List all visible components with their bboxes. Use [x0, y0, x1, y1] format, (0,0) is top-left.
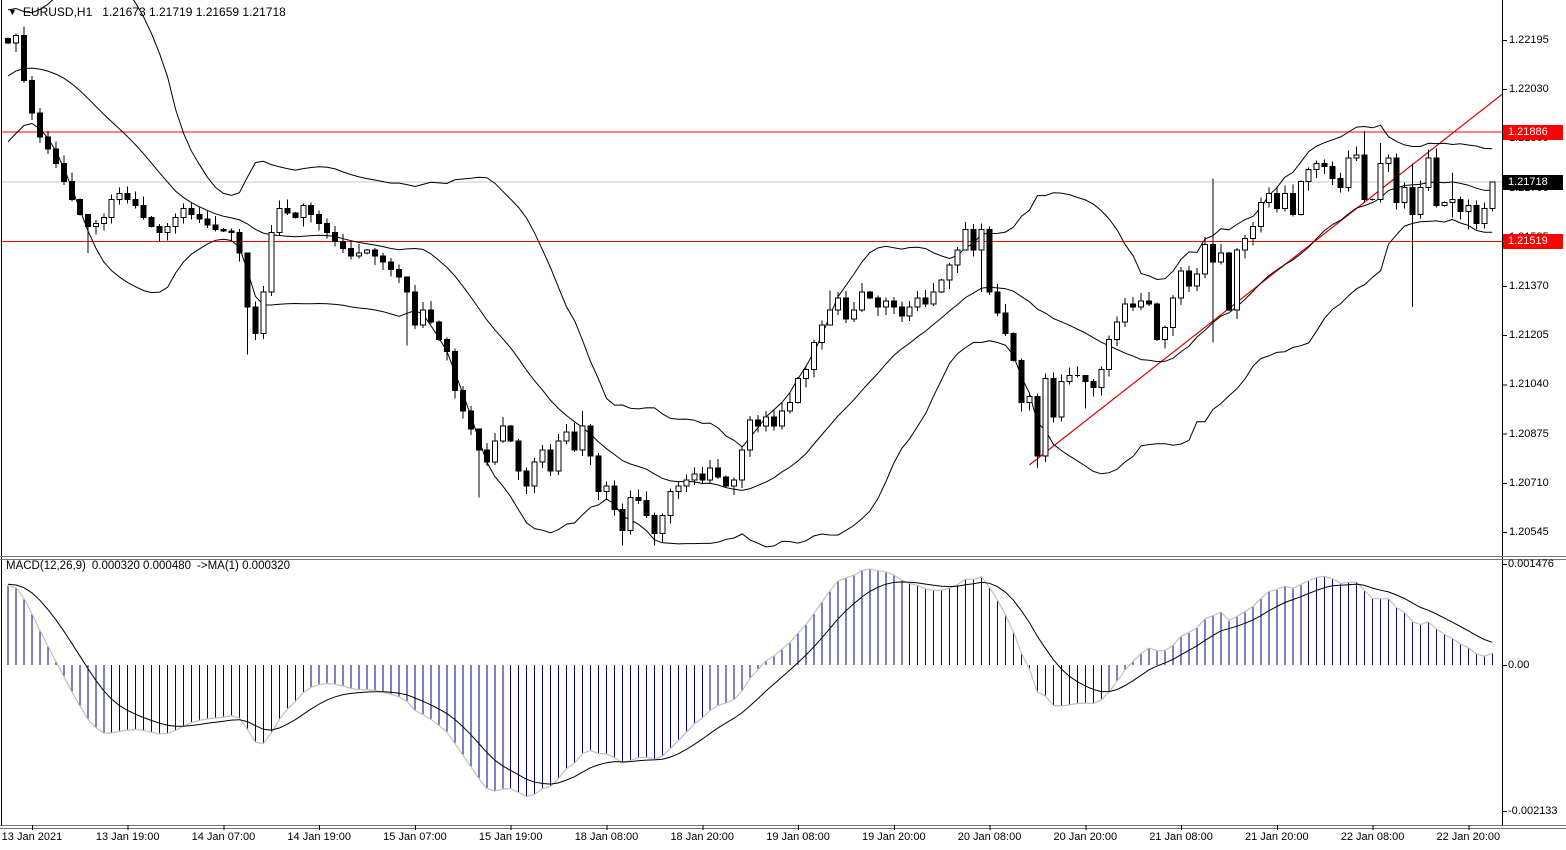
time-label: 15 Jan 19:00	[479, 831, 543, 843]
chart-ohlc-values: 1.21673 1.21719 1.21659 1.21718	[102, 5, 286, 19]
chart-symbol-period: EURUSD,H1	[23, 5, 92, 19]
chart-canvas[interactable]	[0, 0, 1566, 850]
time-label: 18 Jan 08:00	[575, 831, 639, 843]
price-tick-label: 1.21040	[1509, 378, 1549, 390]
macd-indicator-label: MACD(12,26,9) 0.000320 0.000480 ->MA(1) 0.…	[6, 560, 296, 572]
time-label: 21 Jan 08:00	[1149, 831, 1213, 843]
time-label: 13 Jan 2021	[2, 831, 63, 843]
time-label: 14 Jan 07:00	[192, 831, 256, 843]
macd-label-values: 0.000320 0.000480	[92, 560, 191, 572]
macd-label-name: MACD(12,26,9)	[6, 560, 86, 572]
price-tick-label: 1.22195	[1509, 34, 1549, 46]
symbol-dropdown-icon[interactable]: ▼	[8, 7, 17, 17]
price-tick-label: 1.20710	[1509, 477, 1549, 489]
mt4-chart-window: ▼ EURUSD,H1 1.21673 1.21719 1.21659 1.2171…	[0, 0, 1566, 850]
macd-tick-label: 0.001476	[1508, 558, 1554, 570]
time-label: 22 Jan 08:00	[1341, 831, 1405, 843]
time-label: 15 Jan 07:00	[383, 831, 447, 843]
time-label: 20 Jan 08:00	[958, 831, 1022, 843]
price-tick-label: 1.21205	[1509, 329, 1549, 341]
chart-title: ▼ EURUSD,H1 1.21673 1.21719 1.21659 1.2171…	[8, 5, 286, 19]
price-tick-label: 1.22030	[1509, 83, 1549, 95]
time-label: 13 Jan 19:00	[96, 831, 160, 843]
time-label: 18 Jan 20:00	[670, 831, 734, 843]
price-tick-label: 1.20545	[1509, 526, 1549, 538]
time-label: 20 Jan 20:00	[1053, 831, 1117, 843]
price-badge: 1.21519	[1503, 234, 1563, 249]
price-badge: 1.21718	[1503, 175, 1563, 190]
price-badge: 1.21886	[1503, 125, 1563, 140]
price-tick-label: 1.21370	[1509, 280, 1549, 292]
time-label: 14 Jan 19:00	[287, 831, 351, 843]
macd-tick-label: -0.002133	[1508, 805, 1558, 817]
time-label: 19 Jan 20:00	[862, 831, 926, 843]
macd-label-ma: ->MA(1) 0.000320	[197, 560, 290, 572]
time-label: 19 Jan 08:00	[766, 831, 830, 843]
time-label: 22 Jan 20:00	[1437, 831, 1501, 843]
macd-tick-label: 0.00	[1508, 659, 1529, 671]
time-label: 21 Jan 20:00	[1245, 831, 1309, 843]
price-tick-label: 1.20875	[1509, 428, 1549, 440]
